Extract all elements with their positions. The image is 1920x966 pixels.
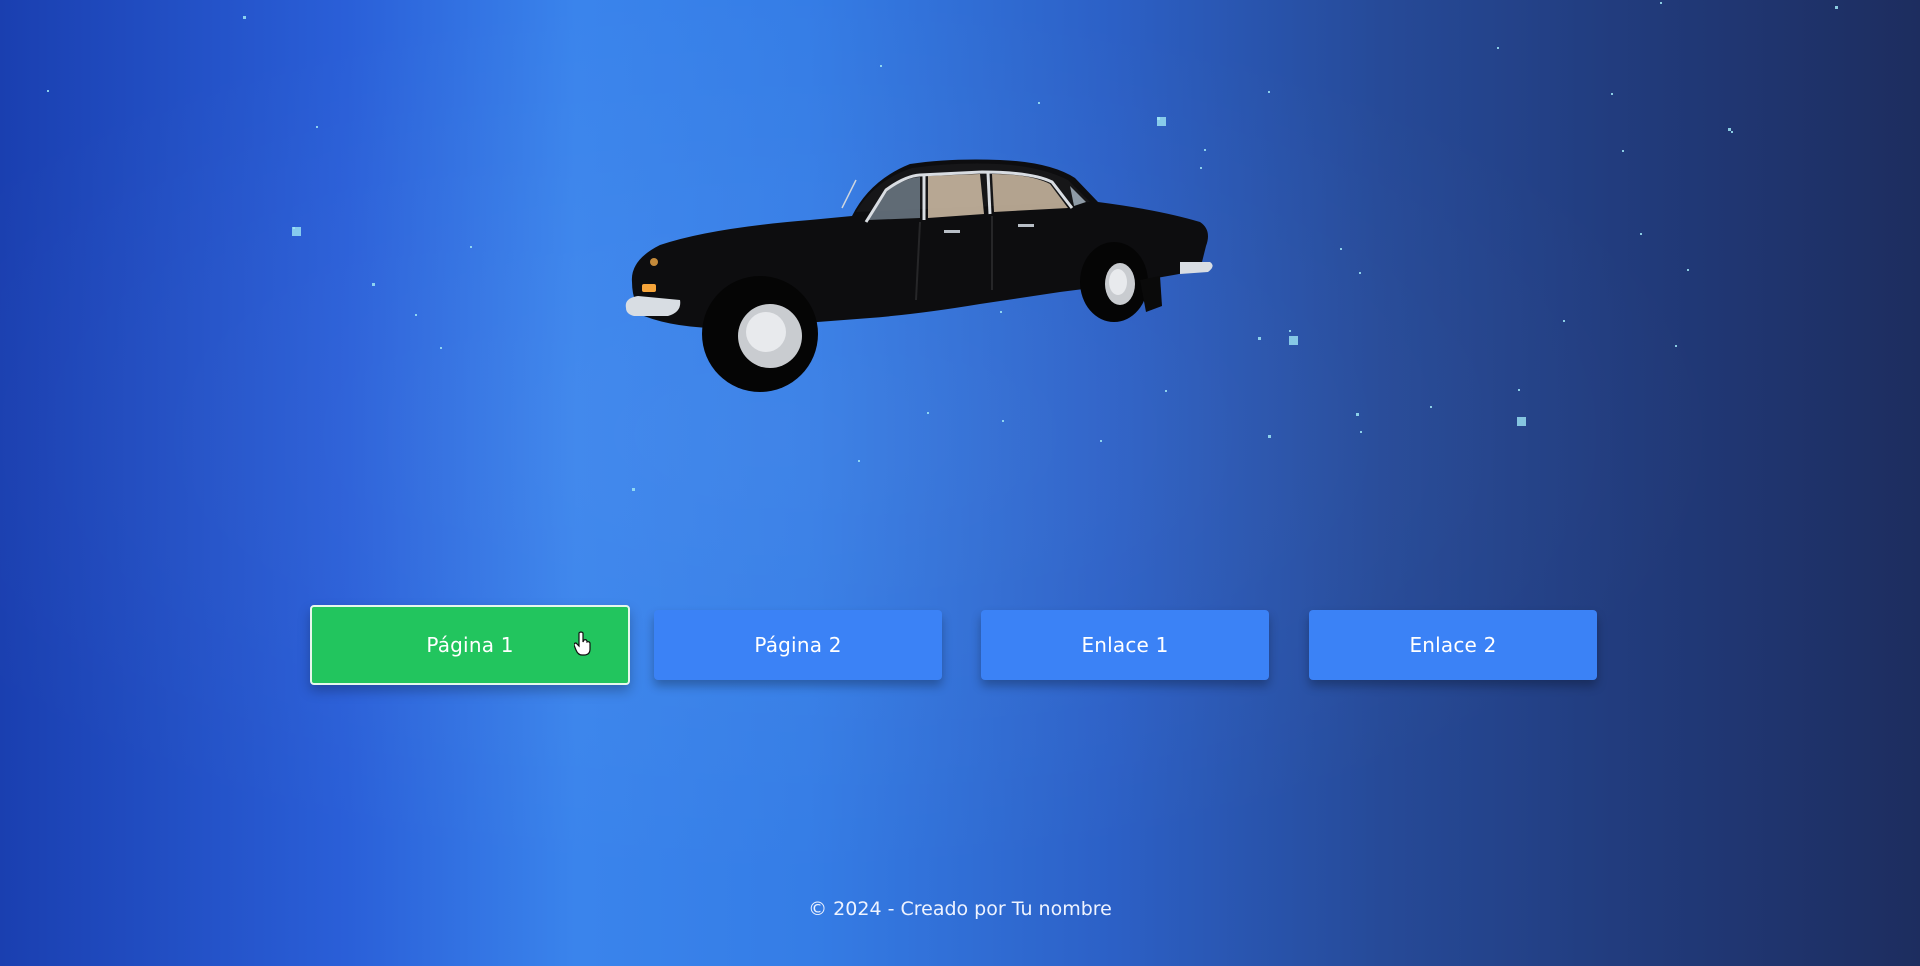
nav-button-enlace-1[interactable]: Enlace 1 [981, 610, 1269, 680]
nav-button-pagina-2[interactable]: Página 2 [654, 610, 942, 680]
main-nav: Página 1 Página 2 Enlace 1 Enlace 2 [0, 0, 1920, 966]
nav-button-enlace-2[interactable]: Enlace 2 [1309, 610, 1597, 680]
hand-pointer-icon [573, 631, 592, 657]
footer-copyright: © 2024 - Creado por Tu nombre [808, 898, 1112, 920]
